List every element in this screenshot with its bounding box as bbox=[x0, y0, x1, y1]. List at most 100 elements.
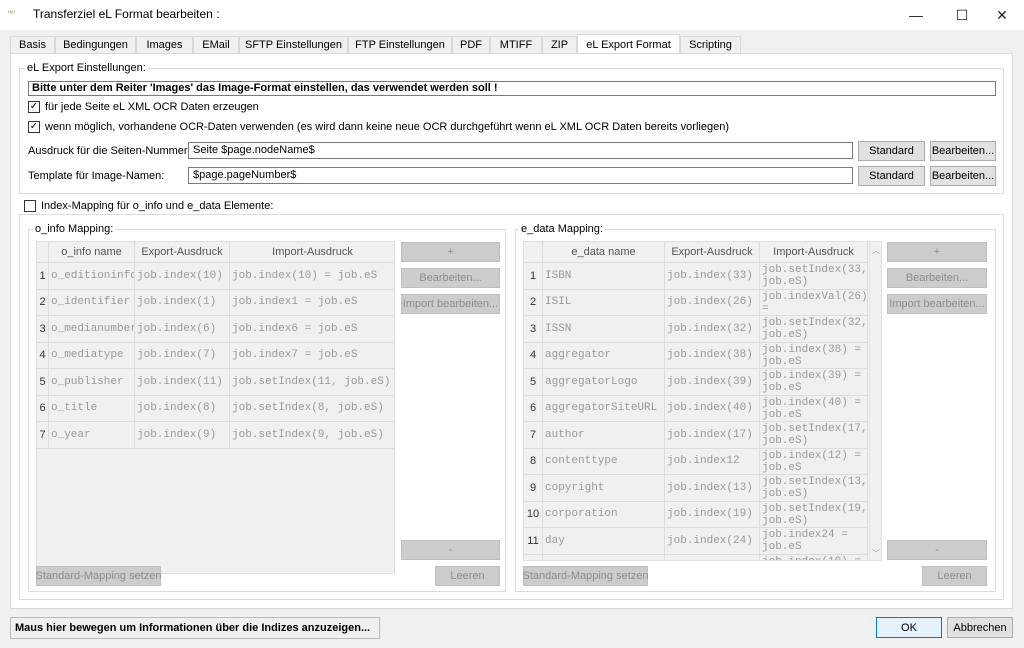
e-data-header-import[interactable]: Import-Ausdruck bbox=[760, 242, 868, 263]
o-info-row-import: job.setIndex(9, job.eS) bbox=[230, 422, 394, 449]
o-info-row-import: job.setIndex(11, job.eS) bbox=[230, 369, 394, 396]
e-data-row-name: ISIL bbox=[543, 289, 665, 316]
o-info-table-row[interactable]: 6 o_title job.index(8) job.setIndex(8, job.… bbox=[37, 395, 394, 422]
o-info-row-export: job.index(10) bbox=[135, 263, 230, 290]
ocr-xml-label: für jede Seite eL XML OCR Daten erzeugen bbox=[45, 101, 259, 113]
e-data-table-row[interactable]: 9 copyright job.index(13) job.setIndex(13, … bbox=[524, 475, 868, 502]
e-data-row-import: job.indexVal(26) = job.externalStr bbox=[760, 289, 868, 316]
e-data-row-name: contenttype bbox=[543, 448, 665, 475]
image-template-standard-button[interactable]: Standard bbox=[858, 166, 925, 186]
tab-email[interactable]: EMail bbox=[193, 36, 239, 53]
e-data-row-name bbox=[543, 554, 665, 560]
e-data-table-row[interactable]: 1 ISBN job.index(33) job.setIndex(33, job.e… bbox=[524, 263, 868, 290]
e-data-add-button[interactable]: + bbox=[887, 242, 987, 262]
tab-ftp[interactable]: FTP Einstellungen bbox=[348, 36, 452, 53]
o-info-header-import[interactable]: Import-Ausdruck bbox=[230, 242, 394, 263]
o-info-table-row[interactable]: 2 o_identifier job.index(1) job.index1 = jo… bbox=[37, 289, 394, 316]
page-number-edit-button[interactable]: Bearbeiten... bbox=[930, 141, 996, 161]
o-info-clear-button[interactable]: Leeren bbox=[435, 566, 500, 586]
tab-el-export-format[interactable]: eL Export Format bbox=[577, 34, 680, 54]
image-template-edit-button[interactable]: Bearbeiten... bbox=[930, 166, 996, 186]
notice-field: Bitte unter dem Reiter 'Images' das Imag… bbox=[28, 81, 996, 96]
o-info-table-row[interactable]: 3 o_medianumber job.index(6) job.index6 = j… bbox=[37, 316, 394, 343]
e-data-table-row[interactable]: job.index(10) = bbox=[524, 554, 868, 560]
e-data-row-import: job.index(40) = job.eS bbox=[760, 395, 868, 422]
e-data-table-row[interactable]: 10 corporation job.index(19) job.setIndex(1… bbox=[524, 501, 868, 528]
o-info-row-index: 5 bbox=[37, 369, 49, 396]
e-data-scrollbar[interactable]: ︿ ﹀ bbox=[869, 242, 881, 560]
e-data-table-row[interactable]: 2ISILjob.index(26)job.indexVal(26) = job… bbox=[524, 289, 868, 316]
existing-ocr-checkbox[interactable]: ✓ bbox=[28, 121, 40, 133]
e-data-header-name[interactable]: e_data name bbox=[543, 242, 665, 263]
tab-zip[interactable]: ZIP bbox=[542, 36, 577, 53]
page-number-input[interactable]: Seite $page.nodeName$ bbox=[188, 142, 853, 159]
tab-basis[interactable]: Basis bbox=[10, 36, 55, 53]
tab-images[interactable]: Images bbox=[136, 36, 193, 53]
e-data-table-row[interactable]: 7 author job.index(17) job.setIndex(17, job… bbox=[524, 422, 868, 449]
e-data-row-index: 3 bbox=[524, 316, 543, 343]
e-data-row-import: job.index(39) = job.eS bbox=[760, 369, 868, 396]
close-button[interactable]: ✕ bbox=[979, 0, 1024, 30]
o-info-add-button[interactable]: + bbox=[401, 242, 500, 262]
e-data-row-export: job.index(17) bbox=[665, 422, 760, 449]
minimize-button[interactable]: — bbox=[893, 0, 939, 30]
tab-scripting[interactable]: Scripting bbox=[680, 36, 741, 53]
scroll-up-icon[interactable]: ︿ bbox=[872, 245, 880, 256]
e-data-standard-mapping-button[interactable]: Standard-Mapping setzen bbox=[523, 566, 648, 586]
o-info-row-export: job.index(11) bbox=[135, 369, 230, 396]
o-info-header-name[interactable]: o_info name bbox=[49, 242, 135, 263]
tab-mtiff[interactable]: MTIFF bbox=[490, 36, 542, 53]
o-info-table-row[interactable]: 1 o_editioninfo job.index(10) job.index(10)… bbox=[37, 263, 394, 290]
page-number-label: Ausdruck für die Seiten-Nummer: bbox=[28, 145, 191, 157]
o-info-header-index bbox=[37, 242, 49, 263]
o-info-standard-mapping-button[interactable]: Standard-Mapping setzen bbox=[36, 566, 161, 586]
e-data-row-export: job.index(19) bbox=[665, 501, 760, 528]
e-data-table-row[interactable]: 6 aggregatorSiteURL job.index(40) job.index… bbox=[524, 395, 868, 422]
ok-button[interactable]: OK bbox=[876, 617, 942, 638]
o-info-row-export: job.index(1) bbox=[135, 289, 230, 316]
e-data-row-export bbox=[665, 554, 760, 560]
e-data-row-index bbox=[524, 554, 543, 560]
e-data-header-export[interactable]: Export-Ausdruck bbox=[665, 242, 760, 263]
o-info-row-name: o_mediatype bbox=[49, 342, 135, 369]
e-data-import-edit-button[interactable]: Import bearbeiten... bbox=[887, 294, 987, 314]
e-data-table-row[interactable]: 4 aggregator job.index(38) job.index(38) = … bbox=[524, 342, 868, 369]
e-data-row-export: job.index(40) bbox=[665, 395, 760, 422]
tab-pdf[interactable]: PDF bbox=[452, 36, 490, 53]
status-bar[interactable]: Maus hier bewegen um Informationen über … bbox=[10, 617, 380, 639]
e-data-table-row[interactable]: 11 day job.index(24) job.index24 = job.eS bbox=[524, 528, 868, 555]
e-data-row-import: job.setIndex(17, job.eS) bbox=[760, 422, 868, 449]
o-info-edit-button[interactable]: Bearbeiten... bbox=[401, 268, 500, 288]
tab-sftp[interactable]: SFTP Einstellungen bbox=[239, 36, 348, 53]
e-data-remove-button[interactable]: - bbox=[887, 540, 987, 560]
scroll-down-icon[interactable]: ﹀ bbox=[872, 548, 880, 559]
o-info-table-row[interactable]: 4 o_mediatype job.index(7) job.index7 = job… bbox=[37, 342, 394, 369]
e-data-table-row[interactable]: 5 aggregatorLogo job.index(39) job.index(39… bbox=[524, 369, 868, 396]
o-info-table-row[interactable]: 7 o_year job.index(9) job.setIndex(9, job.e… bbox=[37, 422, 394, 449]
tab-bedingungen[interactable]: Bedingungen bbox=[55, 36, 136, 53]
e-data-table-row[interactable]: 3 ISSN job.index(32) job.setIndex(32, job.e… bbox=[524, 316, 868, 343]
index-mapping-label: Index-Mapping für o_info und e_data Elem… bbox=[41, 200, 274, 212]
o-info-row-import: job.setIndex(8, job.eS) bbox=[230, 396, 394, 422]
cancel-button[interactable]: Abbrechen bbox=[947, 617, 1013, 638]
o-info-table: o_info name Export-Ausdruck Import-Ausdr… bbox=[36, 241, 395, 574]
e-data-edit-button[interactable]: Bearbeiten... bbox=[887, 268, 987, 288]
image-template-input[interactable]: $page.pageNumber$ bbox=[188, 167, 853, 184]
o-info-remove-button[interactable]: - bbox=[401, 540, 500, 560]
e-data-table-row[interactable]: 8 contenttype job.index12 job.index(12) = j… bbox=[524, 448, 868, 475]
e-data-row-name: ISSN bbox=[543, 316, 665, 343]
page-number-standard-button[interactable]: Standard bbox=[858, 141, 925, 161]
o-info-import-edit-button[interactable]: Import bearbeiten... bbox=[401, 294, 500, 314]
e-data-clear-button[interactable]: Leeren bbox=[922, 566, 987, 586]
o-info-row-export: job.index(7) bbox=[135, 342, 230, 369]
e-data-table: e_data name Export-Ausdruck Import-Ausdr… bbox=[523, 241, 882, 561]
o-info-table-row[interactable]: 5 o_publisher job.index(11) job.setIndex(11… bbox=[37, 369, 394, 396]
o-info-header-export[interactable]: Export-Ausdruck bbox=[135, 242, 230, 263]
e-data-row-name: day bbox=[543, 528, 665, 555]
index-mapping-checkbox[interactable] bbox=[24, 200, 36, 212]
e-data-row-index: 8 bbox=[524, 448, 543, 475]
ocr-xml-checkbox[interactable]: ✓ bbox=[28, 101, 40, 113]
close-icon: ✕ bbox=[996, 6, 1008, 23]
minimize-icon: — bbox=[909, 7, 923, 23]
e-data-row-import: job.index(38) = job.eS bbox=[760, 342, 868, 369]
